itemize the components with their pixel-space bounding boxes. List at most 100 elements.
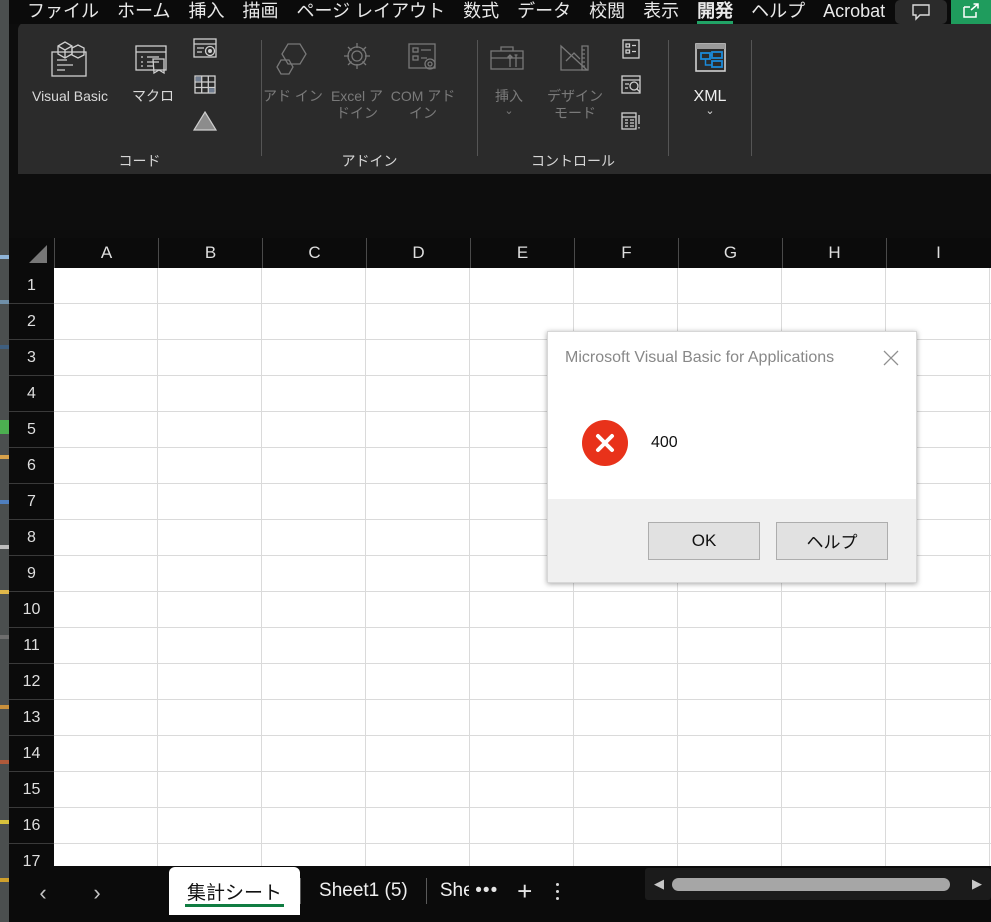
addin-button[interactable]: アド イン	[262, 30, 324, 105]
cell-C15[interactable]	[262, 772, 366, 808]
row-header-15[interactable]: 15	[9, 772, 54, 808]
cell-E12[interactable]	[470, 664, 574, 700]
cell-G14[interactable]	[678, 736, 782, 772]
cell-A13[interactable]	[54, 700, 158, 736]
cell-D13[interactable]	[366, 700, 470, 736]
cell-A12[interactable]	[54, 664, 158, 700]
relative-reference-icon[interactable]	[190, 70, 220, 100]
ribbon-tab-2[interactable]: 挿入	[179, 0, 233, 22]
cell-A17[interactable]	[54, 844, 158, 866]
cell-G13[interactable]	[678, 700, 782, 736]
cell-B16[interactable]	[158, 808, 262, 844]
cell-E15[interactable]	[470, 772, 574, 808]
cell-C2[interactable]	[262, 304, 366, 340]
column-header-H[interactable]: H	[782, 238, 886, 268]
more-vertical-icon[interactable]	[545, 871, 571, 911]
sheet-tab-active[interactable]: 集計シート	[169, 867, 301, 915]
cell-H17[interactable]	[782, 844, 886, 866]
cell-H12[interactable]	[782, 664, 886, 700]
cell-C11[interactable]	[262, 628, 366, 664]
row-header-17[interactable]: 17	[9, 844, 54, 867]
ribbon-tab-6[interactable]: データ	[508, 0, 580, 22]
close-icon[interactable]	[874, 343, 908, 373]
cell-C16[interactable]	[262, 808, 366, 844]
cell-H16[interactable]	[782, 808, 886, 844]
com-addin-button[interactable]: COM アドイン	[390, 30, 456, 122]
cell-B13[interactable]	[158, 700, 262, 736]
row-header-4[interactable]: 4	[9, 376, 54, 412]
share-icon[interactable]	[951, 0, 991, 24]
cell-E11[interactable]	[470, 628, 574, 664]
chevron-left-icon[interactable]: ‹	[29, 876, 57, 910]
cell-I11[interactable]	[886, 628, 990, 664]
row-header-6[interactable]: 6	[9, 448, 54, 484]
row-header-14[interactable]: 14	[9, 736, 54, 772]
cell-I17[interactable]	[886, 844, 990, 866]
cell-I14[interactable]	[886, 736, 990, 772]
row-header-16[interactable]: 16	[9, 808, 54, 844]
row-header-1[interactable]: 1	[9, 268, 54, 304]
cell-B10[interactable]	[158, 592, 262, 628]
cell-A5[interactable]	[54, 412, 158, 448]
row-header-3[interactable]: 3	[9, 340, 54, 376]
cell-E16[interactable]	[470, 808, 574, 844]
cell-G17[interactable]	[678, 844, 782, 866]
cell-C13[interactable]	[262, 700, 366, 736]
cell-C8[interactable]	[262, 520, 366, 556]
chevron-down-icon[interactable]: ⌄	[705, 105, 714, 117]
cell-D15[interactable]	[366, 772, 470, 808]
cell-A1[interactable]	[54, 268, 158, 304]
cell-I10[interactable]	[886, 592, 990, 628]
ribbon-tab-0[interactable]: ファイル	[18, 0, 108, 22]
cell-C5[interactable]	[262, 412, 366, 448]
cell-H14[interactable]	[782, 736, 886, 772]
cell-F13[interactable]	[574, 700, 678, 736]
cell-C12[interactable]	[262, 664, 366, 700]
cell-F11[interactable]	[574, 628, 678, 664]
cell-I15[interactable]	[886, 772, 990, 808]
scrollbar-track[interactable]	[672, 877, 964, 891]
cell-A2[interactable]	[54, 304, 158, 340]
cell-F12[interactable]	[574, 664, 678, 700]
cell-G16[interactable]	[678, 808, 782, 844]
cell-G12[interactable]	[678, 664, 782, 700]
row-header-11[interactable]: 11	[9, 628, 54, 664]
ribbon-tab-8[interactable]: 表示	[634, 0, 688, 22]
cell-B7[interactable]	[158, 484, 262, 520]
scrollbar-thumb[interactable]	[672, 877, 950, 891]
cell-D8[interactable]	[366, 520, 470, 556]
xml-button[interactable]: XML ⌄	[669, 30, 751, 117]
sheet-tab[interactable]: Sheet1 (5)	[301, 867, 426, 915]
cell-B14[interactable]	[158, 736, 262, 772]
ribbon-tab-7[interactable]: 校閲	[580, 0, 634, 22]
cell-A6[interactable]	[54, 448, 158, 484]
macro-security-icon[interactable]	[190, 106, 220, 136]
cell-B15[interactable]	[158, 772, 262, 808]
column-header-I[interactable]: I	[886, 238, 990, 268]
visual-basic-button[interactable]: Visual Basic	[18, 30, 122, 105]
row-header-13[interactable]: 13	[9, 700, 54, 736]
cell-H10[interactable]	[782, 592, 886, 628]
column-header-B[interactable]: B	[158, 238, 262, 268]
insert-control-button[interactable]: 挿入 ⌄	[478, 30, 540, 117]
cell-B8[interactable]	[158, 520, 262, 556]
macro-button[interactable]: マクロ	[122, 30, 184, 105]
column-header-F[interactable]: F	[574, 238, 678, 268]
record-macro-icon[interactable]	[190, 34, 220, 64]
comment-icon[interactable]	[895, 0, 947, 24]
cell-D3[interactable]	[366, 340, 470, 376]
cell-D5[interactable]	[366, 412, 470, 448]
cell-C6[interactable]	[262, 448, 366, 484]
chevron-down-icon[interactable]: ⌄	[504, 105, 513, 117]
cell-F10[interactable]	[574, 592, 678, 628]
cell-H11[interactable]	[782, 628, 886, 664]
help-button[interactable]: ヘルプ	[776, 521, 888, 560]
ribbon-tab-9[interactable]: 開発	[688, 0, 742, 24]
row-header-9[interactable]: 9	[9, 556, 54, 592]
cell-H1[interactable]	[782, 268, 886, 304]
row-header-2[interactable]: 2	[9, 304, 54, 340]
column-header-E[interactable]: E	[470, 238, 574, 268]
cell-D2[interactable]	[366, 304, 470, 340]
cell-C4[interactable]	[262, 376, 366, 412]
ok-button[interactable]: OK	[648, 521, 760, 560]
